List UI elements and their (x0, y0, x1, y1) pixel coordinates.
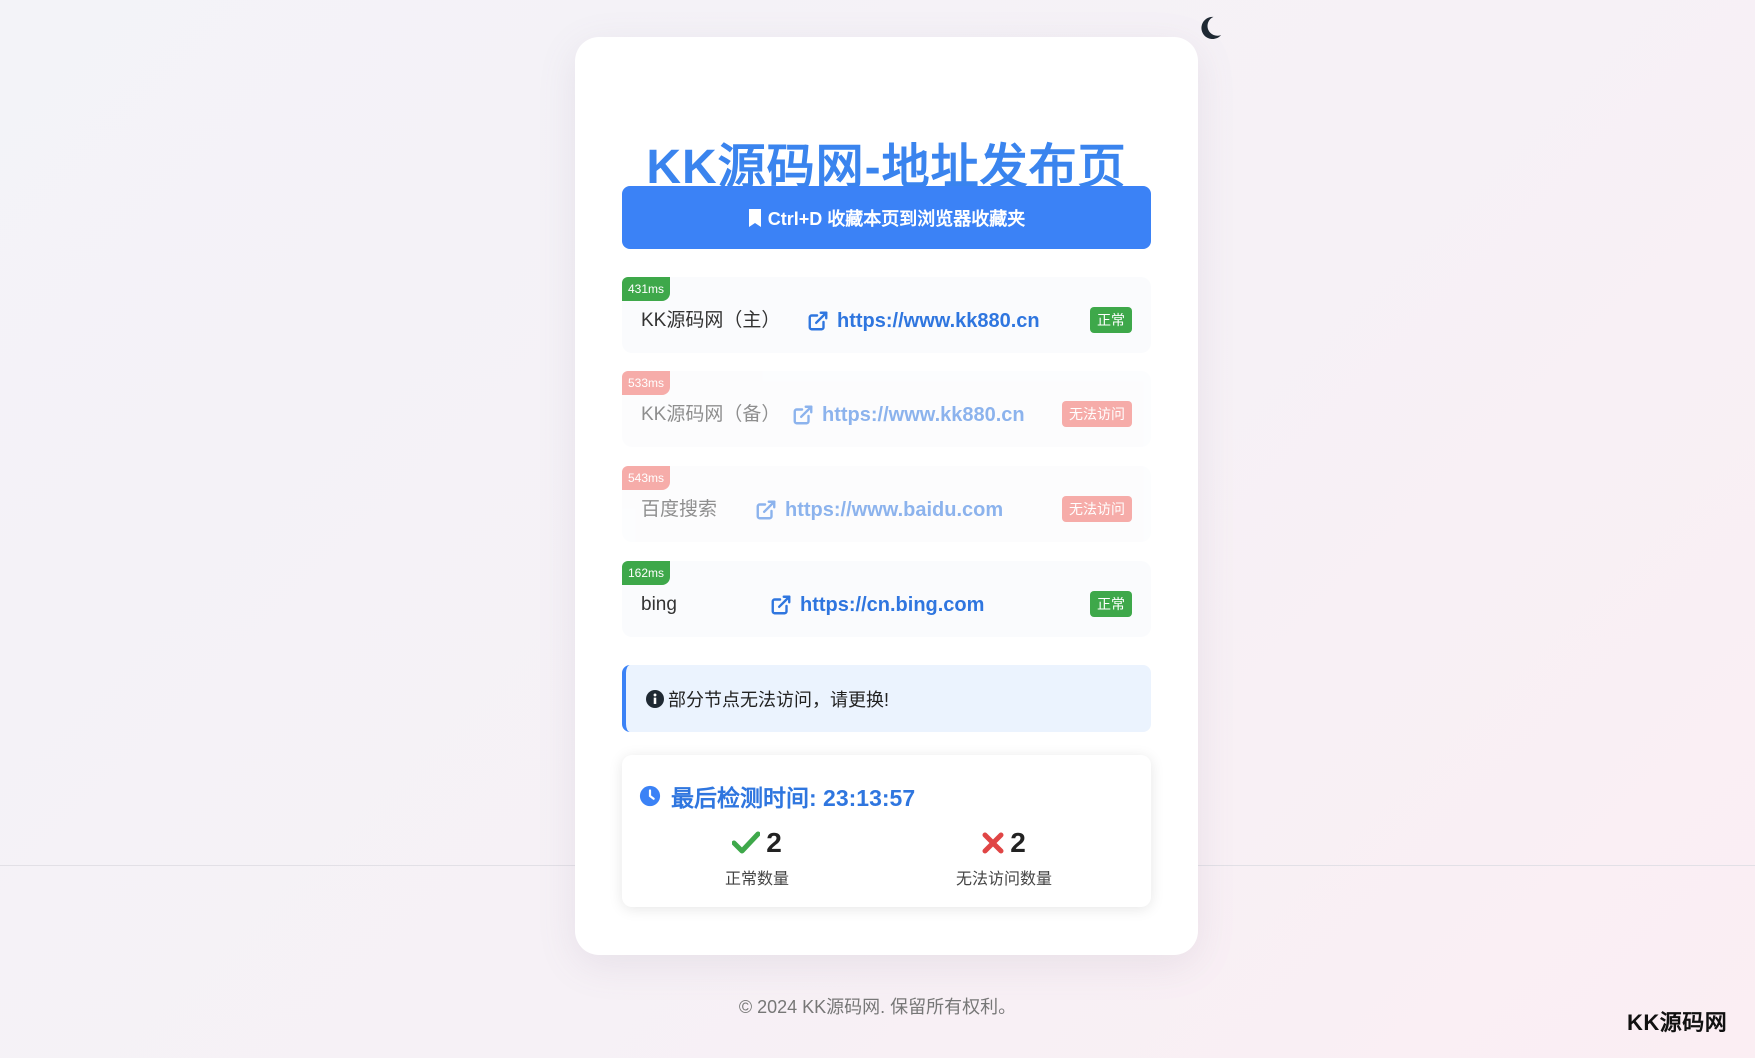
fail-count: 2 (1010, 827, 1026, 858)
status-badge: 正常 (1090, 591, 1132, 617)
link-row: 431ms KK源码网（主） https://www.kk880.cn 正常 (622, 277, 1151, 353)
main-card: KK源码网-地址发布页 Ctrl+D 收藏本页到浏览器收藏夹 431ms KK源… (575, 37, 1198, 955)
link-row: 543ms 百度搜索 https://www.baidu.com 无法访问 (622, 466, 1151, 542)
notice-box: 部分节点无法访问，请更换! (622, 665, 1151, 732)
status-badge: 正常 (1090, 307, 1132, 333)
link-url-text: https://www.baidu.com (785, 498, 1004, 521)
bookmark-button[interactable]: Ctrl+D 收藏本页到浏览器收藏夹 (622, 186, 1151, 249)
ok-stat: 2 正常数量 (657, 827, 857, 889)
link-url-text: https://www.kk880.cn (837, 309, 1040, 332)
link-row: 533ms KK源码网（备） https://www.kk880.cn 无法访问 (622, 371, 1151, 447)
fail-stat: 2 无法访问数量 (904, 827, 1104, 889)
cross-icon (982, 832, 1004, 854)
link-url[interactable]: https://www.kk880.cn (792, 371, 1025, 447)
external-link-icon (808, 311, 828, 331)
link-name: bing (641, 594, 677, 615)
clock-icon (639, 785, 661, 807)
link-url[interactable]: https://www.kk880.cn (807, 277, 1040, 353)
link-url-text: https://www.kk880.cn (822, 403, 1025, 426)
link-name: KK源码网（主） (641, 310, 781, 331)
moon-icon (1201, 16, 1222, 40)
footer-copyright: © 2024 KK源码网. 保留所有权利。 (738, 997, 1017, 1017)
last-check: 最后检测时间: 23:13:57 (639, 779, 915, 813)
ok-label: 正常数量 (724, 871, 789, 888)
watermark-logo: KK源码网 (1627, 1010, 1728, 1035)
link-url[interactable]: https://www.baidu.com (755, 466, 1003, 542)
notice-text: 部分节点无法访问，请更换! (668, 689, 889, 710)
check-icon (732, 831, 761, 854)
status-badge: 无法访问 (1062, 496, 1132, 522)
fail-label: 无法访问数量 (955, 871, 1052, 888)
link-name: 百度搜索 (641, 499, 718, 520)
external-link-icon (771, 595, 791, 615)
link-url-text: https://cn.bing.com (800, 593, 985, 616)
status-badge: 无法访问 (1062, 401, 1132, 427)
link-row: 162ms bing https://cn.bing.com 正常 (622, 561, 1151, 637)
last-check-text: 最后检测时间: 23:13:57 (671, 785, 916, 811)
theme-toggle-button[interactable] (1192, 10, 1228, 46)
bookmark-label: Ctrl+D 收藏本页到浏览器收藏夹 (767, 208, 1026, 229)
link-name: KK源码网（备） (641, 404, 781, 425)
link-url[interactable]: https://cn.bing.com (770, 561, 984, 637)
ok-count: 2 (766, 827, 782, 858)
info-icon (646, 689, 664, 708)
bookmark-icon (748, 208, 761, 227)
external-link-icon (756, 500, 776, 520)
external-link-icon (793, 405, 813, 425)
stats-panel: 最后检测时间: 23:13:57 2 正常数量 2 无法访问数量 (622, 755, 1151, 907)
